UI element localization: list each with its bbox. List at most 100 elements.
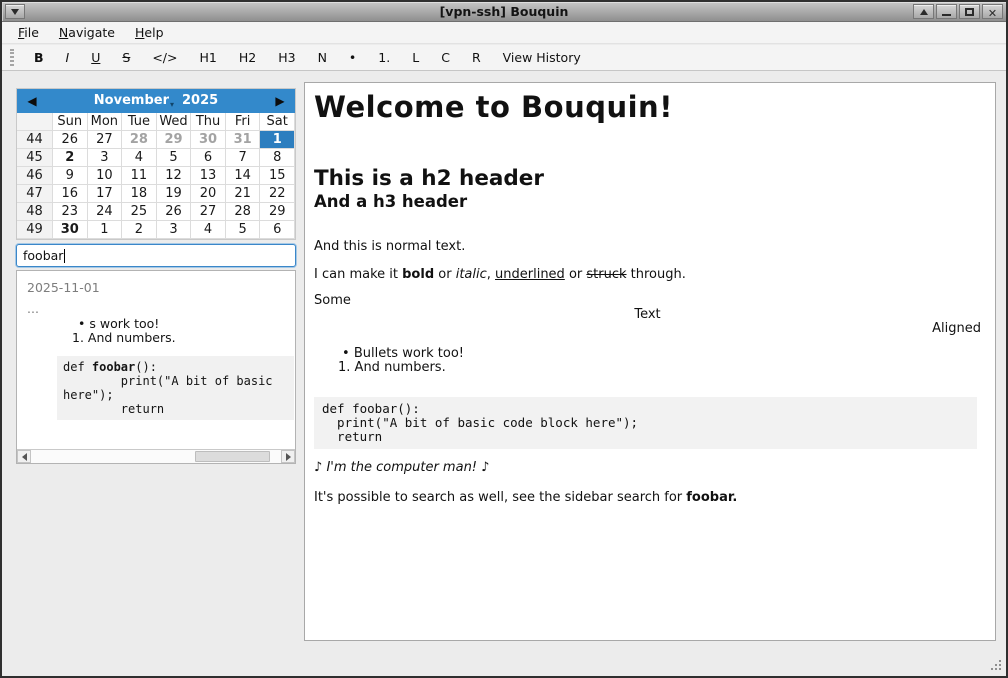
calendar-day-17[interactable]: 17 xyxy=(88,185,123,203)
calendar-next-button[interactable]: ▶ xyxy=(265,94,295,108)
calendar-day-30[interactable]: 30 xyxy=(53,221,88,239)
titlebar: [vpn-ssh] Bouquin xyxy=(2,2,1006,22)
close-icon xyxy=(988,2,997,21)
calendar-day-28[interactable]: 28 xyxy=(122,131,157,149)
calendar-day-6[interactable]: 6 xyxy=(260,221,295,239)
toolbar-align-center-button[interactable]: C xyxy=(430,47,461,68)
calendar-day-8[interactable]: 8 xyxy=(260,149,295,167)
calendar-day-20[interactable]: 20 xyxy=(191,185,226,203)
window-controls xyxy=(913,4,1003,19)
calendar-month[interactable]: November xyxy=(94,93,169,108)
window-maximize-button[interactable] xyxy=(959,4,980,19)
toolbar-align-left-button[interactable]: L xyxy=(401,47,430,68)
toolbar-heading1-button[interactable]: H1 xyxy=(188,47,227,68)
calendar-day-10[interactable]: 10 xyxy=(88,167,123,185)
calendar-day-4[interactable]: 4 xyxy=(122,149,157,167)
toolbar-italic-button[interactable]: I xyxy=(55,47,81,68)
toolbar-align-right-button[interactable]: R xyxy=(461,47,492,68)
calendar-day-22[interactable]: 22 xyxy=(260,185,295,203)
calendar-day-2[interactable]: 2 xyxy=(122,221,157,239)
menu-item-navigate[interactable]: Navigate xyxy=(49,22,125,43)
menu-item-file[interactable]: File xyxy=(8,22,49,43)
calendar-day-27[interactable]: 27 xyxy=(191,203,226,221)
calendar-day-9[interactable]: 9 xyxy=(53,167,88,185)
calendar-day-3[interactable]: 3 xyxy=(157,221,192,239)
result-date-link[interactable]: 2025-11-01 xyxy=(27,280,285,295)
editor-content[interactable]: Welcome to Bouquin! This is a h2 header … xyxy=(304,82,996,641)
calendar-day-26[interactable]: 26 xyxy=(53,131,88,149)
bullet-text: Bullets work too! xyxy=(354,346,464,361)
search-input-value: foobar xyxy=(23,248,63,263)
center-aligned-text: Text xyxy=(314,308,981,322)
calendar-day-18[interactable]: 18 xyxy=(122,185,157,203)
calendar-day-19[interactable]: 19 xyxy=(157,185,192,203)
week-number: 48 xyxy=(17,203,53,221)
toolbar-normal-text-button[interactable]: N xyxy=(307,47,338,68)
calendar-day-13[interactable]: 13 xyxy=(191,167,226,185)
calendar-day-23[interactable]: 23 xyxy=(53,203,88,221)
menu-item-help[interactable]: Help xyxy=(125,22,174,43)
format-paragraph: I can make it bold or italic, underlined… xyxy=(314,266,981,283)
horizontal-scrollbar[interactable] xyxy=(17,449,295,463)
calendar-day-30[interactable]: 30 xyxy=(191,131,226,149)
scroll-right-button[interactable] xyxy=(281,450,295,463)
calendar-widget: ◀ November▾2025 ▶ SunMonTueWedThuFriSat4… xyxy=(16,88,296,240)
calendar-day-4[interactable]: 4 xyxy=(191,221,226,239)
calendar-day-29[interactable]: 29 xyxy=(157,131,192,149)
calendar-day-27[interactable]: 27 xyxy=(88,131,123,149)
code-line: here"); xyxy=(63,388,290,402)
day-header-sat: Sat xyxy=(260,113,295,131)
calendar-day-11[interactable]: 11 xyxy=(122,167,157,185)
calendar-month-year[interactable]: November▾2025 xyxy=(47,93,265,109)
minimize-icon xyxy=(942,14,951,16)
calendar-day-5[interactable]: 5 xyxy=(226,221,261,239)
maximize-icon xyxy=(965,8,974,16)
toolbar-underline-button[interactable]: U xyxy=(80,47,111,68)
h2-header: This is a h2 header xyxy=(314,166,981,191)
calendar-day-16[interactable]: 16 xyxy=(53,185,88,203)
toolbar-heading2-button[interactable]: H2 xyxy=(228,47,267,68)
calendar-day-2[interactable]: 2 xyxy=(53,149,88,167)
calendar-prev-button[interactable]: ◀ xyxy=(17,94,47,108)
calendar-day-28[interactable]: 28 xyxy=(226,203,261,221)
music-text: I'm the computer man! xyxy=(326,460,477,475)
calendar-day-1[interactable]: 1 xyxy=(88,221,123,239)
toolbar-bold-button[interactable]: B xyxy=(23,47,55,68)
toolbar-heading3-button[interactable]: H3 xyxy=(267,47,306,68)
calendar-day-1[interactable]: 1 xyxy=(260,131,295,149)
code-block: def foobar(): print("A bit of basic code… xyxy=(314,397,977,449)
result-number-item: 1. And numbers. xyxy=(27,331,285,345)
calendar-day-21[interactable]: 21 xyxy=(226,185,261,203)
scrollbar-thumb[interactable] xyxy=(195,451,270,462)
h3-header: And a h3 header xyxy=(314,191,981,212)
week-number: 49 xyxy=(17,221,53,239)
window-close-button[interactable] xyxy=(982,4,1003,19)
calendar-grid: SunMonTueWedThuFriSat4426272829303114523… xyxy=(17,113,295,239)
search-input[interactable]: foobar xyxy=(16,244,296,267)
calendar-day-5[interactable]: 5 xyxy=(157,149,192,167)
calendar-day-26[interactable]: 26 xyxy=(157,203,192,221)
toolbar-bullet-list-button[interactable]: • xyxy=(338,47,367,68)
calendar-day-7[interactable]: 7 xyxy=(226,149,261,167)
toolbar-view-history-button[interactable]: View History xyxy=(492,47,592,68)
window-minimize-button[interactable] xyxy=(936,4,957,19)
calendar-year[interactable]: 2025 xyxy=(182,93,218,108)
resize-grip[interactable] xyxy=(989,658,1001,670)
window-shade-button[interactable] xyxy=(913,4,934,19)
calendar-day-12[interactable]: 12 xyxy=(157,167,192,185)
calendar-day-14[interactable]: 14 xyxy=(226,167,261,185)
scroll-left-button[interactable] xyxy=(17,450,31,463)
day-header-wed: Wed xyxy=(157,113,192,131)
toolbar-strikethrough-button[interactable]: S xyxy=(111,47,141,68)
calendar-day-6[interactable]: 6 xyxy=(191,149,226,167)
calendar-day-25[interactable]: 25 xyxy=(122,203,157,221)
calendar-day-3[interactable]: 3 xyxy=(88,149,123,167)
calendar-day-15[interactable]: 15 xyxy=(260,167,295,185)
search-results-panel: 2025-11-01 ... • s work too! 1. And numb… xyxy=(16,270,296,464)
toolbar-drag-handle[interactable] xyxy=(10,49,14,66)
calendar-day-24[interactable]: 24 xyxy=(88,203,123,221)
calendar-day-29[interactable]: 29 xyxy=(260,203,295,221)
toolbar-numbered-list-button[interactable]: 1. xyxy=(367,47,401,68)
toolbar-code-button[interactable]: </> xyxy=(141,47,188,68)
calendar-day-31[interactable]: 31 xyxy=(226,131,261,149)
